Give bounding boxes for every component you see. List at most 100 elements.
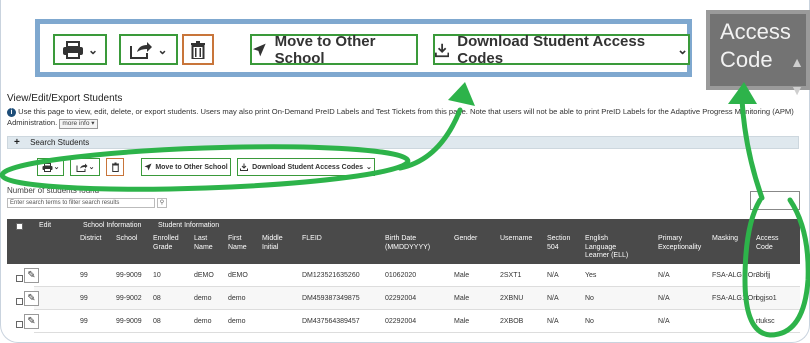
page-description: i Use this page to view, edit, delete, o… <box>7 106 807 129</box>
col-fleid[interactable]: FLEID <box>302 235 342 244</box>
col-masking[interactable]: Masking <box>712 235 752 244</box>
col-gender[interactable]: Gender <box>454 235 484 244</box>
table-row[interactable]: ✎ 99 99-9009 10 dEMO dEMO DM123521635260… <box>24 264 800 287</box>
chevron-down-icon: ⌄ <box>87 42 99 57</box>
printer-icon <box>62 40 83 59</box>
row-checkbox[interactable] <box>16 321 23 328</box>
trash-icon <box>191 40 205 59</box>
col-last-name[interactable]: Last Name <box>194 235 218 252</box>
download-access-codes-button[interactable]: Download Student Access Codes ⌄ <box>433 32 690 67</box>
col-first-name[interactable]: First Name <box>228 235 252 252</box>
cell-access-code: 3bifjj <box>756 272 771 279</box>
cell-primary-exceptionality: N/A <box>658 318 670 325</box>
location-arrow-icon <box>144 163 152 171</box>
description-text: Use this page to view, edit, delete, or … <box>7 107 794 127</box>
move-to-other-school-button-small[interactable]: Move to Other School <box>141 158 231 176</box>
row-checkbox[interactable] <box>16 298 23 305</box>
move-to-other-school-button[interactable]: Move to Other School <box>250 33 418 67</box>
search-students-label: Search Students <box>30 138 90 147</box>
cell-birth-date: 02292004 <box>385 318 417 325</box>
chevron-down-icon: ⌄ <box>53 164 60 171</box>
cell-primary-exceptionality: N/A <box>658 272 670 279</box>
page-size-select[interactable] <box>750 191 800 210</box>
export-dropdown-button-small[interactable]: ⌄ <box>70 158 100 176</box>
chevron-down-icon: ⌄ <box>677 41 688 57</box>
cell-fleid: DM123521635260 <box>302 272 360 279</box>
cell-ell: No <box>585 295 594 302</box>
cell-gender: Male <box>454 272 470 279</box>
cell-fleid: DM437564389457 <box>302 318 360 325</box>
location-arrow-icon <box>252 43 266 56</box>
cell-district: 99 <box>80 272 88 279</box>
cell-grade: 08 <box>153 318 161 325</box>
col-school[interactable]: School <box>116 235 146 244</box>
more-info-button[interactable]: more info ▾ <box>59 119 98 129</box>
edit-button[interactable]: ✎ <box>24 268 39 283</box>
printer-icon <box>42 162 53 172</box>
share-icon <box>130 41 153 59</box>
col-ell[interactable]: English Language Learner (ELL) <box>585 235 629 261</box>
row-checkbox[interactable] <box>16 275 23 282</box>
cell-gender: Male <box>454 318 470 325</box>
cell-gender: Male <box>454 295 470 302</box>
pencil-icon: ✎ <box>27 293 36 304</box>
cell-district: 99 <box>80 295 88 302</box>
edit-button[interactable]: ✎ <box>24 314 39 329</box>
filter-search-input[interactable]: Enter search terms to filter search resu… <box>7 198 155 208</box>
download-button-label-small: Download Student Access Codes <box>252 163 364 171</box>
cell-school: 99-9009 <box>116 318 142 325</box>
cell-masking: FSA-ALG1:On <box>712 272 758 279</box>
cell-grade: 08 <box>153 295 161 302</box>
export-dropdown-button[interactable]: ⌄ <box>119 34 178 65</box>
cell-birth-date: 02292004 <box>385 295 417 302</box>
edit-header: Edit <box>39 222 52 229</box>
print-dropdown-button-small[interactable]: ⌄ <box>37 158 64 176</box>
student-info-header: Student Information <box>158 222 220 229</box>
cell-first-name: demo <box>228 318 246 325</box>
chevron-down-icon: ⌄ <box>88 164 95 171</box>
share-icon <box>76 163 88 172</box>
col-grade[interactable]: Enrolled Grade <box>153 235 183 252</box>
col-username[interactable]: Username <box>500 235 540 244</box>
cell-masking: FSA-ALG1:On <box>712 295 758 302</box>
download-button-label: Download Student Access Codes <box>457 32 646 67</box>
delete-button-small[interactable] <box>106 158 124 176</box>
col-middle-initial[interactable]: Middle Initial <box>262 235 290 252</box>
table-row[interactable]: ✎ 99 99-9002 08 demo demo DM459387349875… <box>24 287 800 310</box>
chevron-down-icon: ⌄ <box>366 164 372 171</box>
info-icon: i <box>7 108 16 117</box>
select-all-checkbox[interactable] <box>16 223 23 230</box>
cell-username: 2XBNU <box>500 295 524 302</box>
cell-school: 99-9002 <box>116 295 142 302</box>
chevron-down-icon: ⌄ <box>157 42 168 57</box>
cell-school: 99-9009 <box>116 272 142 279</box>
col-primary-exceptionality[interactable]: Primary Exceptionality <box>658 235 708 252</box>
edit-button[interactable]: ✎ <box>24 291 39 306</box>
cell-section-504: N/A <box>547 295 559 302</box>
cell-district: 99 <box>80 318 88 325</box>
filter-search-button[interactable]: ⚲ <box>157 198 167 208</box>
pencil-icon: ✎ <box>27 316 36 327</box>
table-row[interactable]: ✎ 99 99-9009 08 demo demo DM437564389457… <box>24 310 800 333</box>
filter-placeholder: Enter search terms to filter search resu… <box>10 200 120 206</box>
access-code-line1: Access <box>720 19 791 44</box>
cell-last-name: dEMO <box>194 272 214 279</box>
students-found-label: Number of students found <box>7 186 100 195</box>
search-students-bar[interactable]: + Search Students <box>7 136 799 149</box>
col-access-code[interactable]: Access Code <box>756 235 786 252</box>
page-title: View/Edit/Export Students <box>7 93 123 104</box>
table-column-header: District School Enrolled Grade Last Name… <box>34 232 800 264</box>
col-birth-date[interactable]: Birth Date (MMDDYYYY) <box>385 235 445 252</box>
cell-last-name: demo <box>194 318 212 325</box>
print-dropdown-button[interactable]: ⌄ <box>53 34 107 65</box>
delete-button[interactable] <box>182 34 214 65</box>
cell-ell: No <box>585 318 594 325</box>
download-access-codes-button-small[interactable]: Download Student Access Codes ⌄ <box>237 158 375 176</box>
col-section-504[interactable]: Section 504 <box>547 235 573 252</box>
cell-section-504: N/A <box>547 272 559 279</box>
cell-primary-exceptionality: N/A <box>658 295 670 302</box>
table-group-header: Edit School Information Student Informat… <box>34 219 800 232</box>
col-district[interactable]: District <box>80 235 110 244</box>
pencil-icon: ✎ <box>27 270 36 281</box>
zoomed-access-code-callout: Access Code ▲ ▼ <box>706 10 810 98</box>
